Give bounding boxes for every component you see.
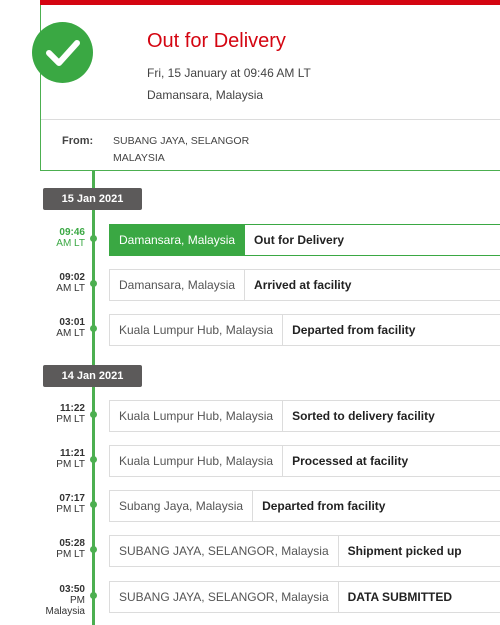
timeline-event[interactable]: 11:22 PM LT Kuala Lumpur Hub, Malaysia So… [0,400,500,432]
event-location: SUBANG JAYA, SELANGOR, Malaysia [110,582,339,612]
event-location: Kuala Lumpur Hub, Malaysia [110,446,284,476]
from-address-line1: SUBANG JAYA, SELANGOR [113,135,250,147]
card-divider [41,119,500,120]
event-row[interactable]: SUBANG JAYA, SELANGOR, Malaysia DATA SUB… [109,581,500,613]
event-description: Out for Delivery [254,233,345,247]
event-time: 07:17 PM LT [56,493,85,515]
timeline-event[interactable]: 09:46 AM LT Damansara, Malaysia Out for D… [0,224,500,256]
timeline-event[interactable]: 07:17 PM LT Subang Jaya, Malaysia Departe… [0,490,500,522]
event-time: 03:50 PM Malaysia [45,584,85,617]
event-row[interactable]: SUBANG JAYA, SELANGOR, Malaysia Shipment… [109,535,500,567]
event-description: Processed at facility [292,454,409,468]
event-location: SUBANG JAYA, SELANGOR, Malaysia [110,536,339,566]
event-location: Subang Jaya, Malaysia [110,491,254,521]
timeline-dot [90,235,97,242]
event-location: Kuala Lumpur Hub, Malaysia [110,315,284,345]
event-row[interactable]: Kuala Lumpur Hub, Malaysia Processed at … [109,445,500,477]
status-datetime: Fri, 15 January at 09:46 AM LT [147,66,311,80]
checkmark-icon [32,22,93,83]
timeline-dot [90,546,97,553]
timeline-dot [90,592,97,599]
timeline-dot [90,456,97,463]
timeline-event[interactable]: 09:02 AM LT Damansara, Malaysia Arrived a… [0,269,500,301]
event-location: Damansara, Malaysia [110,225,246,255]
event-time: 11:21 PM LT [56,448,85,470]
event-row[interactable]: Kuala Lumpur Hub, Malaysia Departed from… [109,314,500,346]
date-badge: 14 Jan 2021 [43,365,142,387]
event-description: DATA SUBMITTED [347,590,453,604]
timeline-event[interactable]: 11:21 PM LT Kuala Lumpur Hub, Malaysia Pr… [0,445,500,477]
event-time: 03:01 AM LT [56,317,85,339]
event-location: Damansara, Malaysia [110,270,246,300]
from-address-line2: MALAYSIA [113,152,165,164]
timeline-dot [90,501,97,508]
timeline-event[interactable]: 03:50 PM Malaysia SUBANG JAYA, SELANGOR, M… [0,581,500,617]
event-time: 11:22 PM LT [56,403,85,425]
event-row[interactable]: Damansara, Malaysia Out for Delivery [109,224,500,256]
status-card: Out for Delivery Fri, 15 January at 09:4… [32,5,500,171]
status-location: Damansara, Malaysia [147,88,264,102]
timeline-event[interactable]: 05:28 PM LT SUBANG JAYA, SELANGOR, Malays… [0,535,500,567]
from-label: From: [62,135,94,147]
event-description: Departed from facility [292,323,416,337]
event-location: Kuala Lumpur Hub, Malaysia [110,401,284,431]
date-badge: 15 Jan 2021 [43,188,142,210]
event-description: Shipment picked up [347,544,462,558]
event-row[interactable]: Kuala Lumpur Hub, Malaysia Sorted to del… [109,400,500,432]
event-description: Arrived at facility [254,278,352,292]
status-title: Out for Delivery [147,30,286,52]
timeline-event[interactable]: 03:01 AM LT Kuala Lumpur Hub, Malaysia De… [0,314,500,346]
event-time: 09:02 AM LT [56,272,85,294]
event-time: 09:46 AM LT [56,227,85,249]
timeline-dot [90,280,97,287]
event-row[interactable]: Damansara, Malaysia Arrived at facility [109,269,500,301]
event-description: Departed from facility [262,499,386,513]
event-row[interactable]: Subang Jaya, Malaysia Departed from faci… [109,490,500,522]
event-time: 05:28 PM LT [56,538,85,560]
timeline-dot [90,325,97,332]
event-description: Sorted to delivery facility [292,409,435,423]
timeline-dot [90,411,97,418]
